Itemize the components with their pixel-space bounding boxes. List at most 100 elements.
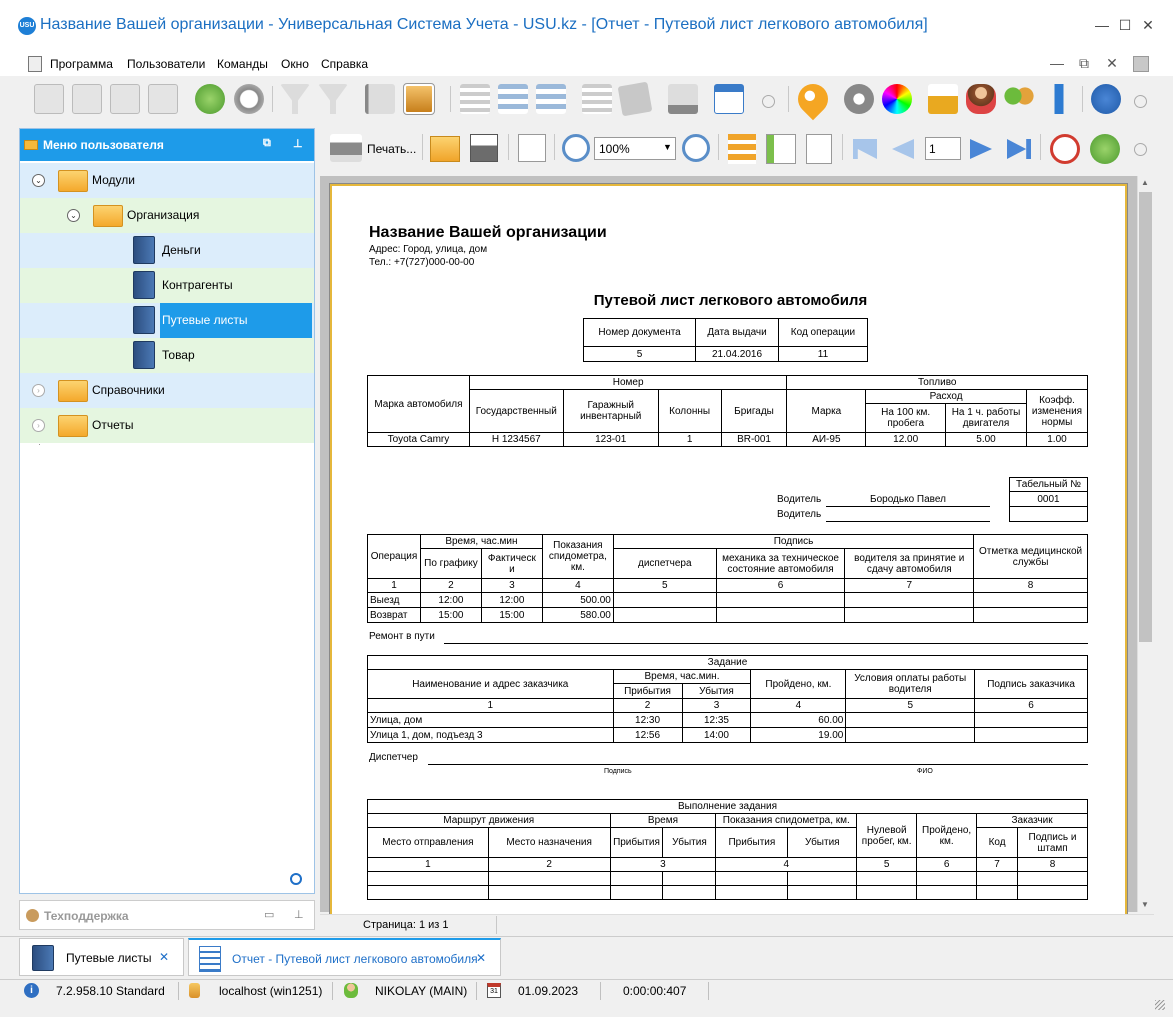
open-folder-icon[interactable] bbox=[430, 136, 460, 162]
zoom-value: 100% bbox=[599, 142, 630, 156]
zoom-select[interactable]: 100% ▼ bbox=[594, 137, 676, 160]
minimize-panel-icon[interactable]: ▭ bbox=[264, 908, 274, 921]
header-cell: Убытия bbox=[787, 827, 858, 858]
sidebar-search-icon[interactable] bbox=[290, 873, 302, 885]
download-icon[interactable] bbox=[668, 84, 698, 114]
collapse-icon[interactable]: ⌄ bbox=[67, 209, 80, 222]
support-panel[interactable]: Техподдержка ▭ ⊥ bbox=[19, 900, 315, 930]
columns-icon[interactable] bbox=[460, 84, 490, 114]
collapse-icon[interactable]: ⌄ bbox=[32, 174, 45, 187]
tree-item-reports[interactable]: › Отчеты bbox=[20, 408, 314, 443]
preview-icon[interactable] bbox=[518, 134, 546, 162]
lock-icon[interactable] bbox=[928, 84, 958, 114]
collapse-tree-icon[interactable] bbox=[536, 84, 566, 114]
column-number: 7 bbox=[976, 857, 1019, 872]
clock-icon[interactable] bbox=[1050, 134, 1080, 164]
mdi-restore-button[interactable]: ⧉ bbox=[1070, 52, 1098, 74]
menu-help[interactable]: Справка bbox=[321, 57, 368, 71]
mdi-close-button[interactable]: ✕ bbox=[1098, 52, 1126, 74]
menu-window[interactable]: Окно bbox=[281, 57, 309, 71]
refresh-report-icon[interactable] bbox=[1090, 134, 1120, 164]
edit-document-icon[interactable] bbox=[110, 84, 140, 114]
menu-program[interactable]: Программа bbox=[50, 57, 113, 71]
refresh-icon[interactable] bbox=[195, 84, 225, 114]
table-cell: 500.00 bbox=[541, 592, 614, 608]
new-document-icon[interactable] bbox=[34, 84, 64, 114]
driver-name: Бородько Павел bbox=[870, 494, 946, 505]
document-map-icon[interactable] bbox=[728, 134, 756, 164]
header-cell: Показания спидометра, км. bbox=[541, 534, 614, 579]
folder-open-icon bbox=[58, 170, 88, 192]
layout-icon[interactable] bbox=[1133, 56, 1149, 72]
header-cell: Прибытия bbox=[609, 827, 664, 858]
table-cell: АИ-95 bbox=[786, 432, 867, 447]
pin-icon[interactable]: ⊥ bbox=[294, 908, 304, 921]
print-button[interactable]: Печать... bbox=[367, 142, 416, 156]
sidebar-title: Меню пользователя bbox=[43, 138, 164, 152]
tab-waybills[interactable]: Путевые листы ✕ bbox=[19, 938, 184, 976]
toolbar-separator bbox=[272, 86, 273, 112]
header-cell: Нулевой пробег, км. bbox=[856, 813, 918, 858]
image-icon[interactable] bbox=[403, 83, 435, 115]
database-icon bbox=[189, 983, 200, 998]
app-menu-icon[interactable] bbox=[28, 56, 42, 72]
header-cell: Номер документа bbox=[582, 318, 697, 347]
printer-icon[interactable] bbox=[330, 134, 362, 162]
user-icon bbox=[344, 983, 358, 998]
tree-item-waybills[interactable]: Путевые листы bbox=[20, 303, 314, 338]
float-panel-icon[interactable]: ⧉ bbox=[263, 137, 271, 150]
more-icon[interactable] bbox=[1134, 143, 1147, 156]
menu-users[interactable]: Пользователи bbox=[127, 57, 205, 71]
header-cell: Заказчик bbox=[976, 813, 1088, 828]
scroll-thumb[interactable] bbox=[1139, 192, 1152, 642]
more-icon[interactable] bbox=[762, 95, 775, 108]
export-icon[interactable] bbox=[806, 134, 832, 164]
page-setup-icon[interactable] bbox=[766, 134, 796, 164]
tree-item-directories[interactable]: › Справочники bbox=[20, 373, 314, 408]
scroll-down-icon[interactable]: ▼ bbox=[1141, 900, 1149, 909]
flag-icon[interactable] bbox=[365, 84, 395, 114]
tree-item-modules[interactable]: ⌄ Модули bbox=[20, 163, 314, 198]
tree-item-label: Модули bbox=[92, 173, 135, 187]
pin-icon[interactable]: ⊥ bbox=[293, 137, 303, 150]
tree-item-organization[interactable]: ⌄ Организация bbox=[20, 198, 314, 233]
color-palette-icon[interactable] bbox=[882, 84, 912, 114]
doc-header-table: Номер документа Дата выдачи Код операции… bbox=[582, 318, 869, 362]
search-icon[interactable] bbox=[234, 84, 264, 114]
more-icon[interactable] bbox=[1134, 95, 1147, 108]
settings-gear-icon[interactable] bbox=[844, 84, 874, 114]
expand-tree-icon[interactable] bbox=[498, 84, 528, 114]
header-cell: Дата выдачи bbox=[695, 318, 779, 347]
scroll-up-icon[interactable]: ▲ bbox=[1141, 178, 1149, 187]
resize-grip-icon[interactable] bbox=[1155, 1000, 1165, 1010]
close-button[interactable]: ✕ bbox=[1134, 14, 1162, 36]
tree-item-goods[interactable]: Товар bbox=[20, 338, 314, 373]
expand-icon[interactable]: › bbox=[32, 419, 45, 432]
users-group-icon[interactable] bbox=[1004, 84, 1034, 114]
tab-label: Отчет - Путевой лист легкового автомобил… bbox=[232, 952, 478, 966]
menu-commands[interactable]: Команды bbox=[217, 57, 268, 71]
save-icon[interactable] bbox=[470, 134, 498, 162]
copy-document-icon[interactable] bbox=[72, 84, 102, 114]
driver-label-2: Водитель bbox=[777, 509, 822, 520]
expand-icon[interactable]: › bbox=[32, 384, 45, 397]
delete-document-icon[interactable] bbox=[148, 84, 178, 114]
zoom-out-icon[interactable] bbox=[682, 134, 710, 162]
column-number: 6 bbox=[974, 698, 1088, 713]
user-icon[interactable] bbox=[966, 84, 996, 114]
plugin-icon[interactable] bbox=[1044, 84, 1074, 114]
status-separator bbox=[332, 982, 333, 1000]
tab-close-icon[interactable]: ✕ bbox=[159, 950, 169, 964]
tree-item-counterparties[interactable]: Контрагенты bbox=[20, 268, 314, 303]
tab-close-icon[interactable]: ✕ bbox=[476, 951, 486, 965]
mdi-minimize-button[interactable]: — bbox=[1043, 52, 1071, 74]
info-icon[interactable] bbox=[1091, 84, 1121, 114]
page-number-input[interactable]: 1 bbox=[925, 137, 961, 160]
tree-item-money[interactable]: Деньги bbox=[20, 233, 314, 268]
tab-report[interactable]: Отчет - Путевой лист легкового автомобил… bbox=[188, 938, 501, 976]
notes-icon[interactable] bbox=[617, 81, 653, 117]
tab-label: Путевые листы bbox=[66, 951, 152, 965]
add-row-icon[interactable] bbox=[582, 84, 612, 114]
zoom-in-icon[interactable] bbox=[562, 134, 590, 162]
close-window-icon[interactable] bbox=[714, 84, 744, 114]
